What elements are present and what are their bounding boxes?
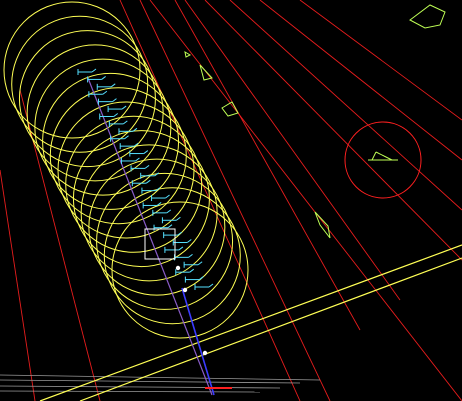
marker-stroke: [113, 113, 119, 117]
boat-target-circle[interactable]: [344, 121, 422, 199]
marker-stroke: [166, 209, 172, 214]
route-node: [182, 287, 188, 293]
red-line: [0, 169, 36, 401]
target-marker: [108, 120, 128, 127]
marker-stroke: [91, 68, 97, 73]
marker-stroke: [101, 76, 106, 80]
marker-stroke: [112, 98, 117, 103]
marker-stroke: [110, 83, 116, 88]
target-marker: [174, 253, 193, 261]
target-marker: [194, 283, 214, 290]
marker-stroke: [208, 283, 214, 288]
marker-stroke: [102, 90, 108, 95]
marker-stroke: [188, 253, 193, 258]
red-line: [229, 0, 462, 211]
gray-baseline-lines: [0, 374, 321, 393]
target-marker: [88, 90, 108, 98]
target-marker: [161, 216, 181, 224]
target-marker: [120, 157, 140, 164]
target-marker: [153, 224, 173, 231]
target-marker: [129, 150, 149, 157]
route-node: [175, 265, 181, 271]
target-marker: [107, 105, 127, 113]
route-line-lower: [181, 287, 215, 396]
marker-stroke: [167, 224, 173, 229]
gray-line: [0, 385, 281, 389]
target-marker: [87, 76, 106, 83]
marker-stroke: [186, 239, 192, 243]
gray-line: [0, 374, 321, 381]
cad-drawing-canvas[interactable]: [0, 0, 462, 401]
target-marker: [172, 239, 192, 246]
red-line: [174, 0, 361, 331]
marker-stroke: [165, 194, 170, 199]
marker-stroke: [189, 268, 195, 273]
cad-viewport[interactable]: [0, 0, 462, 401]
marker-stroke: [124, 135, 129, 140]
red-line: [149, 0, 462, 401]
target-marker: [164, 246, 184, 253]
green-shape: [184, 50, 192, 58]
red-line: [119, 0, 301, 401]
target-marker: [183, 261, 203, 268]
marker-stroke: [146, 179, 151, 184]
gray-line: [0, 379, 301, 384]
target-marker: [77, 68, 97, 75]
marker-stroke: [123, 120, 128, 125]
marker-stroke: [143, 150, 149, 154]
boat-sail: [375, 151, 385, 157]
marker-stroke: [176, 216, 181, 221]
target-marker: [152, 209, 172, 216]
green-shape: [221, 101, 239, 117]
green-shape: [409, 4, 446, 29]
marker-stroke: [197, 261, 203, 266]
red-line: [139, 0, 331, 401]
marker-stroke: [178, 246, 184, 251]
red-line: [259, 0, 462, 161]
red-line: [299, 0, 462, 121]
marker-stroke: [135, 157, 140, 162]
green-shape: [314, 211, 331, 239]
route-node: [202, 350, 208, 356]
target-marker: [130, 164, 150, 172]
boat-sail: [383, 155, 393, 161]
boat-mast: [371, 151, 377, 161]
red-boundary-lines: [0, 0, 462, 401]
target-marker: [131, 179, 151, 187]
marker-stroke: [144, 164, 150, 169]
gray-line: [0, 390, 261, 393]
marker-stroke: [121, 105, 127, 110]
target-marker: [151, 194, 170, 202]
red-line: [184, 0, 401, 301]
target-marker: [97, 98, 117, 105]
boat-target-icon: [368, 151, 398, 161]
